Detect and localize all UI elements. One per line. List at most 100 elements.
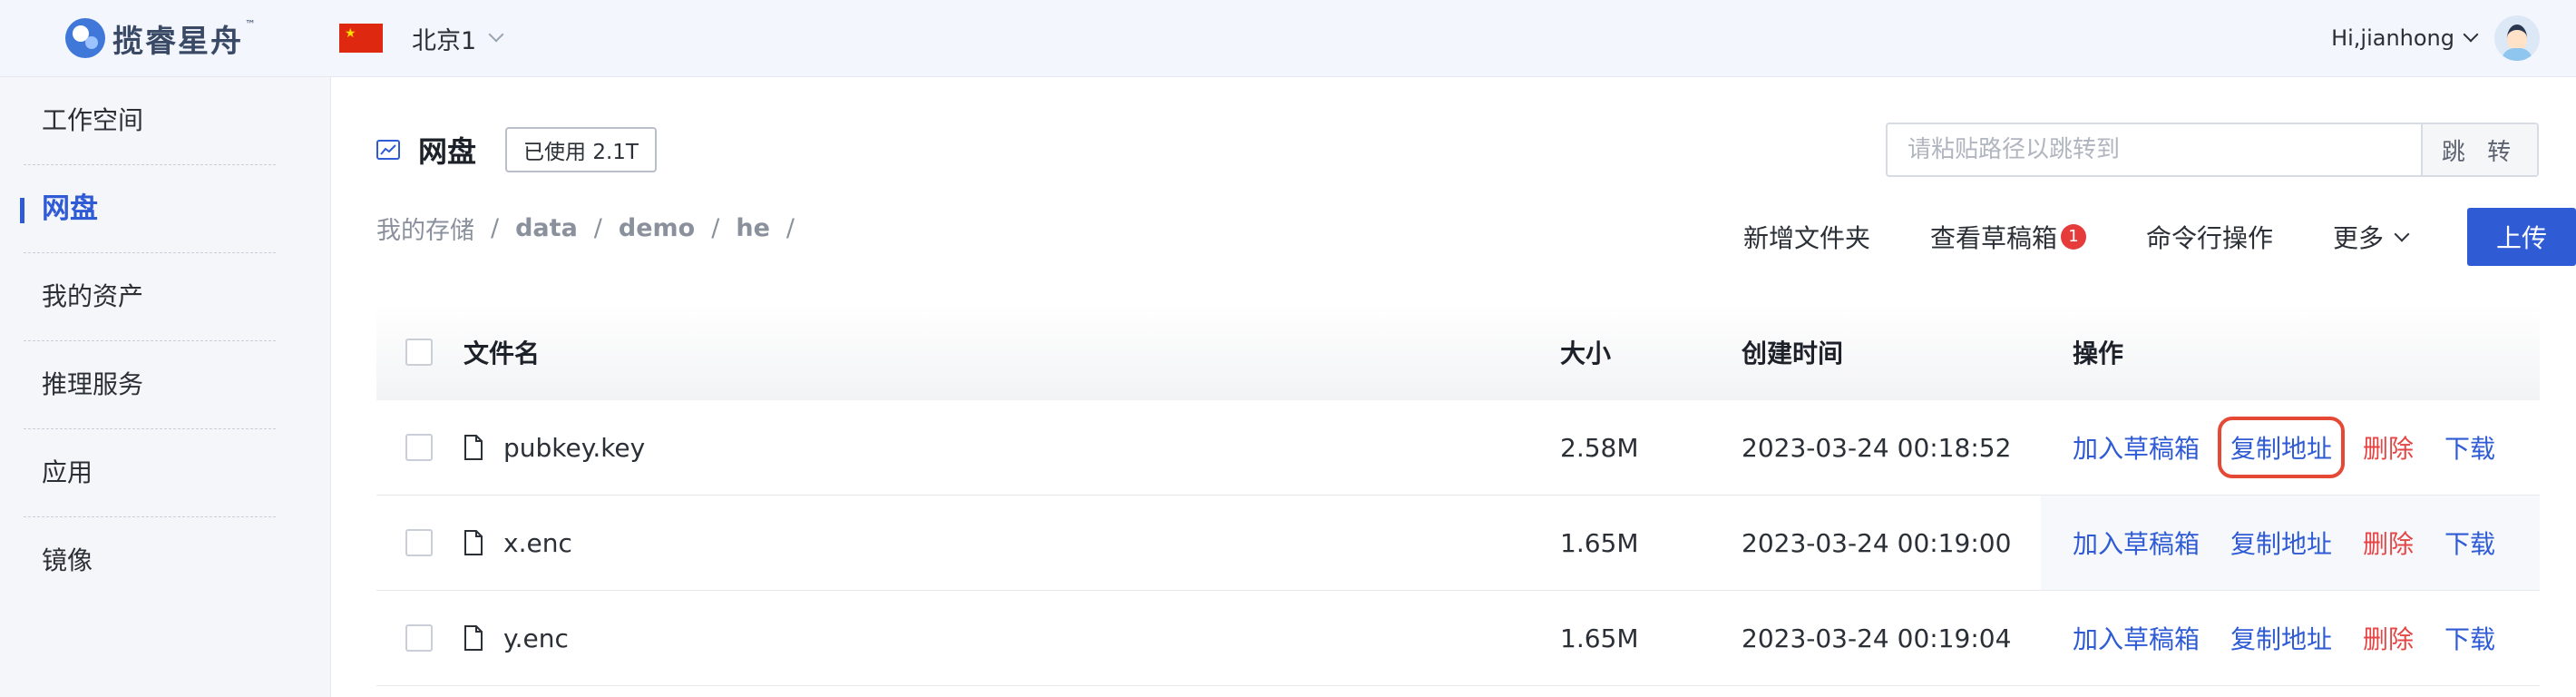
sidebar-item-label: 网盘 — [42, 192, 98, 225]
column-header-created: 创建时间 — [1742, 339, 1844, 368]
table-row: x.enc 1.65M 2023-03-24 00:19:00 加入草稿箱 复制… — [376, 496, 2540, 591]
sidebar-item-label: 推理服务 — [42, 369, 144, 399]
page-title: 网盘 — [418, 134, 477, 169]
sidebar-item-apps[interactable]: 应用 — [24, 429, 276, 517]
file-name[interactable]: x.enc — [503, 528, 572, 558]
logo-trademark: ™ — [245, 18, 256, 31]
logo-icon — [65, 18, 105, 58]
jump-button[interactable]: 跳 转 — [2421, 124, 2537, 175]
breadcrumb-separator: / — [785, 213, 795, 242]
breadcrumb-item[interactable]: data — [515, 214, 578, 242]
logo-text: 揽睿星舟 — [112, 23, 243, 60]
row-checkbox[interactable] — [405, 434, 433, 461]
sidebar-item-my-assets[interactable]: 我的资产 — [24, 253, 276, 341]
row-actions: 加入草稿箱 复制地址 删除 下载 — [2073, 591, 2526, 685]
chevron-down-icon — [2463, 26, 2479, 43]
download-button[interactable]: 下载 — [2444, 620, 2495, 656]
drafts-count-badge: 1 — [2060, 224, 2086, 250]
toolbar: 新增文件夹 查看草稿箱 1 命令行操作 更多 上传 — [1743, 208, 2576, 266]
chevron-down-icon — [2394, 226, 2410, 242]
logo[interactable]: 揽睿星舟 ™ — [65, 13, 256, 64]
file-name-cell: y.enc — [463, 591, 569, 685]
sidebar-item-label: 应用 — [42, 457, 93, 487]
file-created: 2023-03-24 00:18:52 — [1742, 432, 2012, 463]
path-jump-box: 跳 转 — [1886, 123, 2539, 177]
user-menu[interactable]: Hi,jianhong — [2331, 13, 2540, 64]
breadcrumb-separator: / — [711, 213, 720, 242]
file-table: 文件名 大小 创建时间 操作 pubkey.key 2.58M 2023-03-… — [376, 304, 2540, 686]
sidebar: 工作空间 网盘 我的资产 推理服务 应用 镜像 — [0, 77, 331, 697]
file-created: 2023-03-24 00:19:04 — [1742, 623, 2012, 653]
column-header-name: 文件名 — [463, 339, 541, 368]
add-to-drafts-button[interactable]: 加入草稿箱 — [2073, 620, 2200, 656]
region-label: 北京1 — [412, 26, 477, 55]
user-greeting: Hi,jianhong — [2331, 25, 2454, 51]
avatar[interactable] — [2494, 15, 2540, 61]
table-header: 文件名 大小 创建时间 操作 — [376, 304, 2540, 400]
copy-path-button[interactable]: 复制地址 — [2218, 417, 2346, 478]
delete-button[interactable]: 删除 — [2363, 620, 2414, 656]
file-name-cell: pubkey.key — [463, 400, 645, 495]
sidebar-item-netdisk[interactable]: 网盘 — [20, 165, 276, 253]
usage-badge: 已使用 2.1T — [505, 127, 657, 172]
sidebar-item-label: 工作空间 — [42, 105, 144, 135]
path-input[interactable] — [1888, 124, 2421, 175]
add-to-drafts-button[interactable]: 加入草稿箱 — [2073, 525, 2200, 561]
row-actions: 加入草稿箱 复制地址 删除 下载 — [2073, 496, 2526, 590]
add-to-drafts-button[interactable]: 加入草稿箱 — [2073, 429, 2200, 466]
sidebar-item-workspace[interactable]: 工作空间 — [24, 77, 276, 165]
row-check-cell — [405, 496, 433, 590]
select-all-checkbox[interactable] — [405, 339, 433, 366]
top-bar: 揽睿星舟 ™ ★ 北京1 Hi,jianhong — [0, 0, 2576, 77]
breadcrumb-item[interactable]: he — [736, 214, 770, 242]
file-size: 1.65M — [1560, 623, 1639, 653]
breadcrumb-separator: / — [491, 213, 500, 242]
sidebar-item-inference[interactable]: 推理服务 — [24, 341, 276, 429]
row-check-cell — [405, 591, 433, 685]
delete-button[interactable]: 删除 — [2363, 429, 2414, 466]
region-selector[interactable]: ★ 北京1 — [339, 16, 504, 60]
row-check-cell — [405, 400, 433, 495]
row-actions: 加入草稿箱 复制地址 删除 下载 — [2073, 400, 2526, 495]
file-size: 1.65M — [1560, 527, 1639, 558]
delete-button[interactable]: 删除 — [2363, 525, 2414, 561]
column-header-size: 大小 — [1560, 339, 1612, 368]
file-icon — [464, 625, 483, 651]
view-drafts-label: 查看草稿箱 — [1929, 223, 2057, 253]
breadcrumb-separator: / — [593, 213, 602, 242]
more-dropdown[interactable]: 更多 — [2332, 219, 2410, 255]
chart-line-icon — [376, 140, 400, 160]
file-name[interactable]: pubkey.key — [503, 433, 645, 463]
file-name[interactable]: y.enc — [503, 623, 569, 653]
breadcrumb-item[interactable]: demo — [619, 214, 695, 242]
file-name-cell: x.enc — [463, 496, 572, 590]
more-label: 更多 — [2332, 223, 2384, 253]
table-row: pubkey.key 2.58M 2023-03-24 00:18:52 加入草… — [376, 400, 2540, 496]
breadcrumb: 我的存储 / data / demo / he / — [376, 210, 811, 246]
file-icon — [464, 530, 483, 555]
row-checkbox[interactable] — [405, 624, 433, 652]
download-button[interactable]: 下载 — [2444, 429, 2495, 466]
table-row: y.enc 1.65M 2023-03-24 00:19:04 加入草稿箱 复制… — [376, 591, 2540, 686]
file-icon — [464, 435, 483, 460]
sidebar-item-images[interactable]: 镜像 — [24, 517, 276, 604]
upload-button[interactable]: 上传 — [2467, 208, 2576, 266]
copy-path-button[interactable]: 复制地址 — [2230, 525, 2332, 561]
row-checkbox[interactable] — [405, 529, 433, 556]
china-flag-icon: ★ — [339, 24, 383, 53]
chevron-down-icon — [488, 26, 504, 43]
view-drafts-button[interactable]: 查看草稿箱 1 — [1930, 219, 2086, 255]
file-size: 2.58M — [1560, 432, 1639, 463]
sidebar-item-label: 我的资产 — [42, 281, 144, 311]
main-panel: 网盘 已使用 2.1T 跳 转 我的存储 / data / demo / he … — [331, 77, 2576, 697]
page-header: 网盘 已使用 2.1T — [376, 127, 657, 172]
copy-path-button[interactable]: 复制地址 — [2230, 620, 2332, 656]
new-folder-button[interactable]: 新增文件夹 — [1743, 219, 1870, 255]
column-header-actions: 操作 — [2073, 339, 2124, 368]
file-created: 2023-03-24 00:19:00 — [1742, 527, 2012, 558]
breadcrumb-item[interactable]: 我的存储 — [376, 211, 474, 246]
header-check-cell — [405, 304, 433, 400]
download-button[interactable]: 下载 — [2444, 525, 2495, 561]
cli-button[interactable]: 命令行操作 — [2146, 219, 2273, 255]
sidebar-item-label: 镜像 — [42, 545, 93, 575]
